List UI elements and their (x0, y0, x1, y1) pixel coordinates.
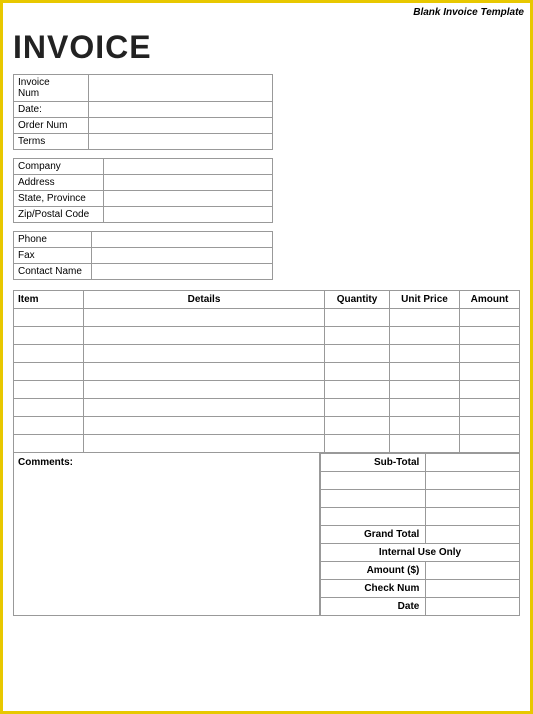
amount-row: Amount ($) (321, 562, 520, 580)
invoice-title: INVOICE (13, 29, 520, 66)
phone-value[interactable] (92, 232, 272, 247)
table-row (14, 363, 520, 381)
company-label: Company (14, 159, 104, 174)
blank-row-1 (321, 472, 520, 490)
internal-use-label: Internal Use Only (321, 544, 520, 562)
invoice-num-row: InvoiceNum (14, 75, 272, 102)
totals-area: Sub-Total Grand Total (320, 453, 520, 616)
table-header-row: Item Details Quantity Unit Price Amount (14, 291, 520, 309)
address-section: Company Address State, Province Zip/Post… (13, 158, 273, 223)
terms-label: Terms (14, 134, 89, 149)
phone-label: Phone (14, 232, 92, 247)
fax-row: Fax (14, 248, 272, 264)
date-totals-label: Date (321, 598, 426, 616)
sub-total-row: Sub-Total (321, 454, 520, 472)
grand-total-value[interactable] (426, 526, 520, 544)
table-row (14, 345, 520, 363)
company-value[interactable] (104, 159, 272, 174)
address-value[interactable] (104, 175, 272, 190)
address-label: Address (14, 175, 104, 190)
contact-section: Phone Fax Contact Name (13, 231, 273, 280)
contact-name-value[interactable] (92, 264, 272, 279)
sub-total-label: Sub-Total (321, 454, 426, 472)
blank-value-2[interactable] (426, 490, 520, 508)
blank-label-2 (321, 490, 426, 508)
amount-label: Amount ($) (321, 562, 426, 580)
date-row: Date: (14, 102, 272, 118)
zip-value[interactable] (104, 207, 272, 222)
totals-table: Sub-Total Grand Total (320, 453, 520, 616)
comments-label: Comments: (18, 457, 73, 468)
blank-value-1[interactable] (426, 472, 520, 490)
phone-row: Phone (14, 232, 272, 248)
contact-name-label: Contact Name (14, 264, 92, 279)
table-row (14, 435, 520, 453)
internal-use-row: Internal Use Only (321, 544, 520, 562)
state-label: State, Province (14, 191, 104, 206)
template-label: Blank Invoice Template (413, 7, 524, 18)
blank-row-3 (321, 508, 520, 526)
bottom-section: Comments: Sub-Total (13, 453, 520, 616)
fax-label: Fax (14, 248, 92, 263)
check-num-label: Check Num (321, 580, 426, 598)
company-row: Company (14, 159, 272, 175)
unit-price-header: Unit Price (390, 291, 460, 309)
invoice-num-value[interactable] (89, 75, 272, 101)
contact-name-row: Contact Name (14, 264, 272, 279)
address-row: Address (14, 175, 272, 191)
table-row (14, 381, 520, 399)
table-row (14, 309, 520, 327)
table-row (14, 327, 520, 345)
amount-header: Amount (460, 291, 520, 309)
zip-label: Zip/Postal Code (14, 207, 104, 222)
sub-total-value[interactable] (426, 454, 520, 472)
check-num-value[interactable] (426, 580, 520, 598)
state-value[interactable] (104, 191, 272, 206)
order-num-value[interactable] (89, 118, 272, 133)
top-fields-section: InvoiceNum Date: Order Num Terms (13, 74, 273, 150)
items-table: Item Details Quantity Unit Price Amount (13, 290, 520, 453)
blank-value-3[interactable] (426, 508, 520, 526)
fax-value[interactable] (92, 248, 272, 263)
terms-value[interactable] (89, 134, 272, 149)
table-row (14, 399, 520, 417)
date-totals-value[interactable] (426, 598, 520, 616)
invoice-num-label: InvoiceNum (14, 75, 89, 101)
date-value[interactable] (89, 102, 272, 117)
amount-value[interactable] (426, 562, 520, 580)
state-row: State, Province (14, 191, 272, 207)
zip-row: Zip/Postal Code (14, 207, 272, 222)
blank-label-1 (321, 472, 426, 490)
comments-area[interactable]: Comments: (13, 453, 320, 616)
grand-total-label: Grand Total (321, 526, 426, 544)
terms-row: Terms (14, 134, 272, 149)
item-header: Item (14, 291, 84, 309)
table-row (14, 417, 520, 435)
blank-row-2 (321, 490, 520, 508)
grand-total-row: Grand Total (321, 526, 520, 544)
date-label: Date: (14, 102, 89, 117)
quantity-header: Quantity (325, 291, 390, 309)
order-num-row: Order Num (14, 118, 272, 134)
date-row-totals: Date (321, 598, 520, 616)
details-header: Details (84, 291, 325, 309)
blank-label-3 (321, 508, 426, 526)
check-num-row: Check Num (321, 580, 520, 598)
order-num-label: Order Num (14, 118, 89, 133)
